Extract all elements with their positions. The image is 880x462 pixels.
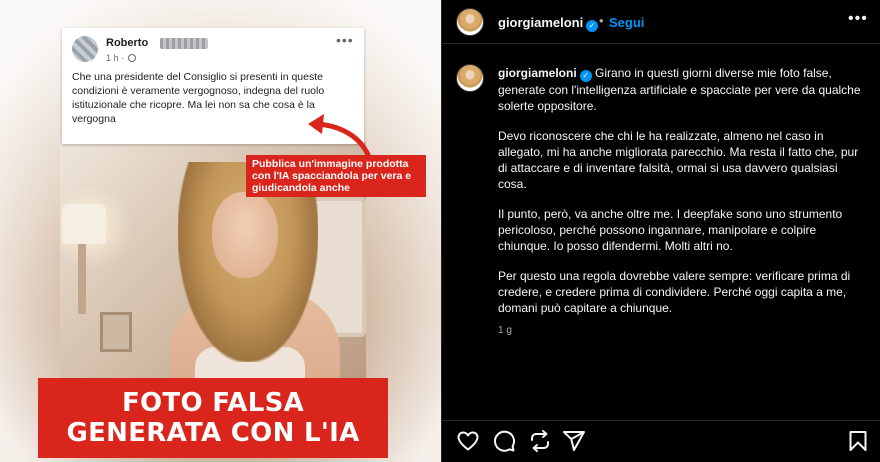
- follow-button[interactable]: Segui: [609, 15, 644, 30]
- caption-text: giorgiameloni ✓ Girano in questi giorni d…: [498, 65, 868, 330]
- repost-icon[interactable]: [528, 429, 552, 453]
- post-age: 1 g: [498, 325, 512, 336]
- blurred-surname: [160, 38, 208, 49]
- instagram-panel: giorgiameloni ✓ • Segui ••• giorgiameloni…: [441, 0, 880, 462]
- caption-paragraph-2: Devo riconoscere che chi le ha realizzat…: [498, 129, 859, 191]
- post-time: 1 h ·: [106, 53, 125, 63]
- fake-photo-banner: FOTO FALSA GENERATA CON L'IA: [38, 378, 388, 458]
- share-icon[interactable]: [562, 429, 586, 453]
- banner-line-2: GENERATA CON L'IA: [66, 418, 360, 448]
- comment-icon[interactable]: [492, 429, 516, 453]
- banner-line-1: FOTO FALSA: [121, 388, 305, 418]
- separator-dot: •: [599, 13, 604, 28]
- caption-avatar[interactable]: [456, 64, 484, 92]
- more-options-icon[interactable]: •••: [848, 10, 868, 28]
- heart-icon[interactable]: [456, 429, 480, 453]
- caption-paragraph-3: Il punto, però, va anche oltre me. I dee…: [498, 207, 843, 253]
- blurred-avatar: [72, 36, 98, 62]
- caption-paragraph: giorgiameloni ✓ Girano in questi giorni d…: [498, 65, 868, 114]
- more-options-icon: •••: [336, 32, 354, 48]
- profile-avatar[interactable]: [456, 8, 484, 36]
- username-link[interactable]: giorgiameloni ✓: [498, 15, 599, 32]
- caption-username[interactable]: giorgiameloni: [498, 66, 577, 80]
- lamp-shade: [62, 204, 106, 244]
- author-name: Roberto: [106, 37, 149, 49]
- verified-badge-icon: ✓: [579, 70, 592, 82]
- caption-paragraph-4: Per questo una regola dovrebbe valere se…: [498, 269, 851, 315]
- woman-face: [212, 192, 278, 278]
- action-bar: [442, 420, 880, 460]
- picture-frame: [100, 312, 132, 352]
- lamp-base: [78, 244, 86, 314]
- post-header: giorgiameloni ✓ • Segui •••: [442, 0, 880, 44]
- fake-photo-image: Roberto 1 h · ••• Che una presidente del…: [0, 0, 441, 462]
- globe-icon: [128, 54, 136, 62]
- username-text: giorgiameloni: [498, 15, 584, 30]
- caption-red-note: Pubblica un'immagine prodotta con l'IA s…: [246, 155, 426, 197]
- bookmark-icon[interactable]: [846, 429, 870, 453]
- verified-badge-icon: ✓: [586, 20, 599, 32]
